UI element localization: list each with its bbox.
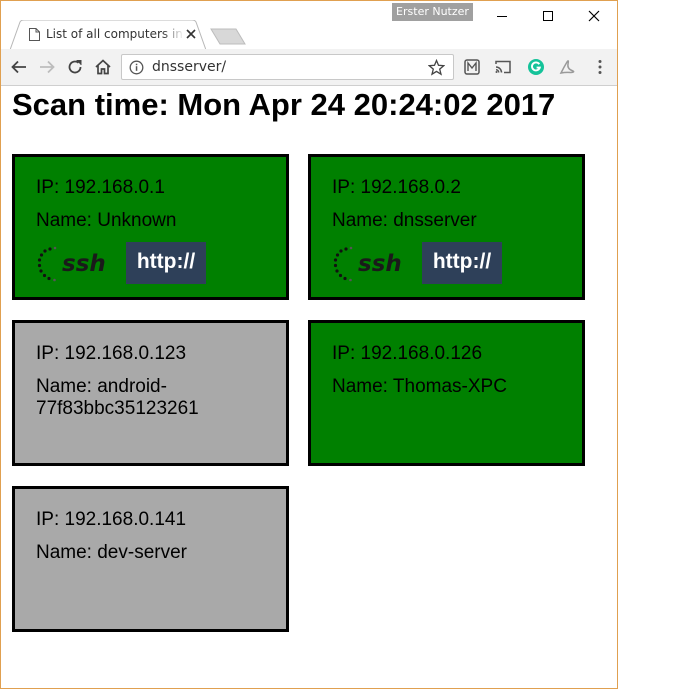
computer-name: Name: Unknown: [36, 210, 177, 231]
page-content: Scan time: Mon Apr 24 20:24:02 2017 IP: …: [1, 87, 617, 688]
ssh-icon: [333, 246, 353, 282]
computer-card: IP: 192.168.0.126 Name: Thomas-XPC: [308, 320, 585, 466]
ssh-icon: [37, 246, 57, 282]
back-arrow-icon: [11, 60, 26, 74]
ssh-link[interactable]: ssh: [36, 245, 118, 287]
pdf-button[interactable]: [557, 57, 577, 77]
back-button[interactable]: [9, 57, 29, 77]
minimize-icon: [497, 16, 507, 17]
computer-card: IP: 192.168.0.141 Name: dev-server: [12, 486, 289, 632]
computer-ip: IP: 192.168.0.123: [36, 343, 187, 364]
ssh-link[interactable]: ssh: [332, 245, 414, 287]
computer-name: Name: android-77f83bbc35123261: [36, 376, 199, 419]
computer-name: Name: Thomas-XPC: [332, 376, 507, 397]
menu-button[interactable]: [590, 57, 610, 77]
tab-title: List of all computers in th: [46, 27, 184, 41]
info-icon[interactable]: [129, 60, 144, 75]
extension-icon: [464, 59, 480, 75]
computer-name: Name: dev-server: [36, 542, 187, 563]
computer-card: IP: 192.168.0.2 Name: dnsserver ssh http…: [308, 154, 585, 300]
menu-icon: [598, 60, 602, 74]
home-icon: [95, 59, 111, 75]
reload-button[interactable]: [65, 57, 85, 77]
forward-arrow-icon: [40, 60, 55, 74]
http-link-button[interactable]: http://: [422, 242, 502, 284]
cast-button[interactable]: [493, 57, 513, 77]
home-button[interactable]: [93, 57, 113, 77]
close-window-button[interactable]: [571, 1, 617, 31]
close-icon: [588, 10, 600, 22]
computer-ip: IP: 192.168.0.126: [332, 343, 483, 364]
forward-button[interactable]: [37, 57, 57, 77]
profile-badge[interactable]: Erster Nutzer: [392, 3, 473, 21]
ssh-label: ssh: [358, 251, 402, 277]
pdf-icon: [559, 60, 575, 75]
browser-window: Erster Nutzer List of all computers in t…: [0, 0, 618, 689]
computer-card: IP: 192.168.0.123 Name: android-77f83bbc…: [12, 320, 289, 466]
computer-ip: IP: 192.168.0.2: [332, 177, 461, 198]
extension-button[interactable]: [462, 57, 482, 77]
reload-icon: [68, 60, 82, 74]
tab-strip: Erster Nutzer List of all computers in t…: [1, 1, 617, 50]
browser-toolbar: dnsserver/: [1, 49, 617, 86]
computer-ip: IP: 192.168.0.141: [36, 509, 187, 530]
cast-icon: [495, 60, 511, 74]
maximize-button[interactable]: [525, 1, 571, 31]
http-link-button[interactable]: http://: [126, 242, 206, 284]
new-tab-button[interactable]: [210, 28, 246, 45]
computer-ip: IP: 192.168.0.1: [36, 177, 165, 198]
address-bar[interactable]: dnsserver/: [121, 54, 454, 80]
close-icon[interactable]: [185, 28, 197, 40]
star-icon[interactable]: [428, 59, 445, 76]
address-text[interactable]: dnsserver/: [152, 59, 226, 75]
minimize-button[interactable]: [479, 1, 525, 31]
computer-card: IP: 192.168.0.1 Name: Unknown ssh http:/…: [12, 154, 289, 300]
maximize-icon: [543, 11, 553, 21]
grammarly-button[interactable]: [526, 57, 546, 77]
ssh-label: ssh: [62, 251, 106, 277]
tab-active[interactable]: List of all computers in th: [10, 20, 206, 50]
page-icon: [29, 28, 40, 41]
grammarly-icon: [528, 59, 544, 75]
scan-time-heading: Scan time: Mon Apr 24 20:24:02 2017: [12, 87, 556, 122]
computer-name: Name: dnsserver: [332, 210, 477, 231]
